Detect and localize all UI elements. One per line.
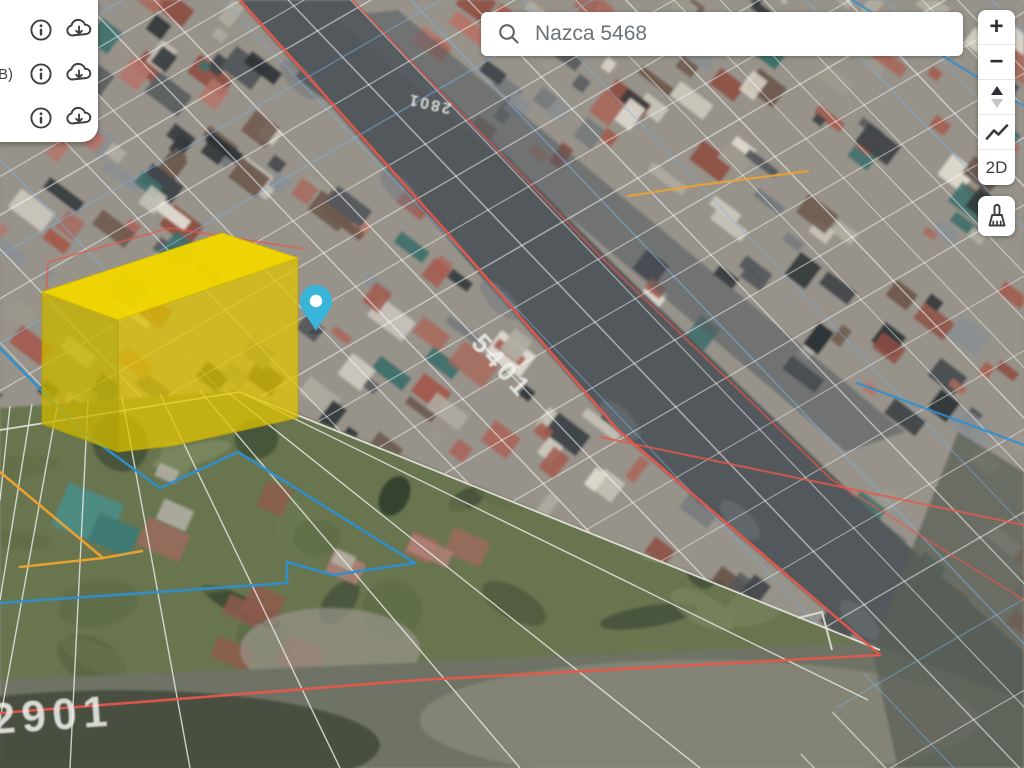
zoom-out-button[interactable]: − — [978, 45, 1015, 80]
layer-label: B) — [0, 65, 13, 83]
mode-2d-button[interactable]: 2D — [978, 150, 1015, 185]
layers-panel: B) — [0, 0, 98, 142]
layer-download-button[interactable] — [64, 15, 94, 45]
layer-info-button[interactable] — [26, 103, 56, 133]
trend-line-icon — [985, 124, 1008, 140]
info-icon — [30, 19, 52, 41]
clean-button[interactable] — [978, 196, 1015, 236]
chart-button[interactable] — [978, 115, 1015, 150]
search-bar[interactable] — [481, 12, 963, 56]
map-3d-view: 2801 5401 2901 B) Nazca 5468 + − 2D — [0, 0, 1024, 768]
map-toolbar: + − 2D — [978, 10, 1015, 185]
layer-download-button[interactable] — [64, 59, 94, 89]
street-label: 2901 — [0, 687, 115, 744]
cloud-download-icon — [66, 62, 92, 81]
map-canvas[interactable]: 280154012901 — [0, 0, 1024, 768]
cloud-download-icon — [66, 106, 92, 125]
layer-info-button[interactable] — [26, 15, 56, 45]
tilt-control[interactable] — [978, 80, 1015, 115]
info-icon — [30, 63, 52, 85]
broom-icon — [988, 204, 1005, 227]
search-input[interactable] — [533, 21, 953, 47]
layer-download-button[interactable] — [64, 103, 94, 133]
search-icon — [499, 24, 519, 44]
layer-row — [0, 8, 98, 52]
zoom-in-button[interactable]: + — [978, 10, 1015, 45]
cloud-download-icon — [66, 18, 92, 37]
layer-info-button[interactable] — [26, 59, 56, 89]
layer-row — [0, 96, 98, 140]
layer-row: B) — [0, 52, 98, 96]
tilt-arrows-icon — [990, 86, 1003, 108]
info-icon — [30, 107, 52, 129]
svg-text:2901: 2901 — [0, 687, 115, 744]
